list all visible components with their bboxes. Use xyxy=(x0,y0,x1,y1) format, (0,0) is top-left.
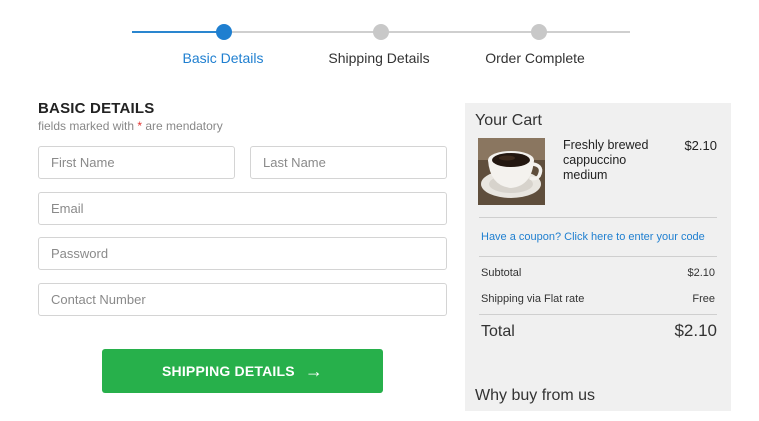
shipping-value: Free xyxy=(692,293,715,305)
stepper-progress-line xyxy=(132,31,224,33)
email-field[interactable] xyxy=(38,192,447,225)
subtotal-value: $2.10 xyxy=(687,267,715,279)
shipping-details-button-label: SHIPPING DETAILS xyxy=(161,363,295,379)
coffee-cup-image xyxy=(478,138,545,205)
form-subtitle: fields marked with * are mendatory xyxy=(38,119,223,133)
step-dot-order-complete[interactable] xyxy=(531,24,547,40)
checkout-stepper: Basic Details Shipping Details Order Com… xyxy=(0,0,759,80)
step-label-order-complete[interactable]: Order Complete xyxy=(485,50,585,66)
step-dot-basic-details[interactable] xyxy=(216,24,232,40)
why-buy-heading: Why buy from us xyxy=(475,387,596,404)
cart-divider xyxy=(479,314,717,315)
step-label-basic-details[interactable]: Basic Details xyxy=(183,50,264,66)
total-label: Total xyxy=(481,323,515,340)
first-name-field[interactable] xyxy=(38,146,235,179)
total-value: $2.10 xyxy=(674,321,717,340)
subtitle-text-before: fields marked with xyxy=(38,119,138,133)
subtitle-text-after: are mendatory xyxy=(142,119,223,133)
coupon-link[interactable]: Have a coupon? Click here to enter your … xyxy=(481,231,705,243)
contact-number-field[interactable] xyxy=(38,283,447,316)
subtotal-label: Subtotal xyxy=(481,267,522,279)
cart-title: Your Cart xyxy=(475,112,542,129)
step-dot-shipping-details[interactable] xyxy=(373,24,389,40)
stepper-track-line xyxy=(224,31,630,33)
arrow-right-icon: → xyxy=(304,361,324,381)
password-field[interactable] xyxy=(38,237,447,270)
form-title: BASIC DETAILS xyxy=(38,100,155,117)
cart-divider xyxy=(479,256,717,257)
cart-item-name: Freshly brewed cappuccino medium xyxy=(563,138,649,182)
cart-item-price: $2.10 xyxy=(684,138,717,153)
step-label-shipping-details[interactable]: Shipping Details xyxy=(328,50,429,66)
shipping-details-button[interactable]: SHIPPING DETAILS → xyxy=(102,349,383,393)
cart-panel: Your Cart Freshly brewed cappuccino medi… xyxy=(465,103,731,411)
shipping-label: Shipping via Flat rate xyxy=(481,293,585,305)
cart-divider xyxy=(479,217,717,218)
last-name-field[interactable] xyxy=(250,146,447,179)
